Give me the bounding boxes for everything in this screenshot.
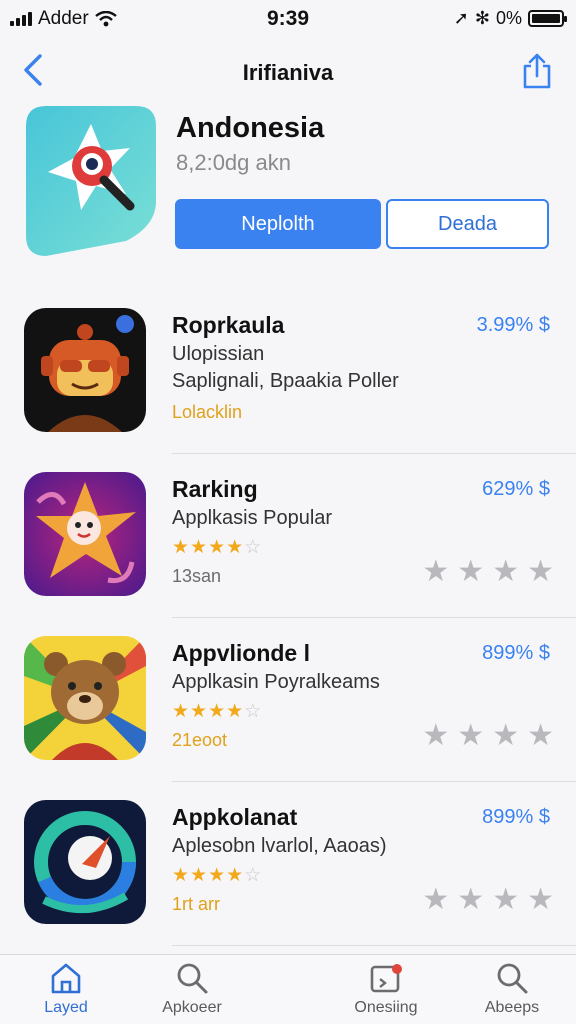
tab-search-2[interactable]: Abeeps bbox=[452, 961, 572, 1017]
star-outline-icon: ☆ bbox=[244, 865, 262, 886]
battery-icon bbox=[528, 10, 567, 27]
star-icon: ★ bbox=[190, 865, 208, 886]
home-icon bbox=[51, 963, 81, 994]
tab-label: Layed bbox=[44, 999, 88, 1016]
star-icon: ★ bbox=[172, 865, 190, 886]
star-icon: ★ bbox=[226, 701, 244, 722]
app-subtitle: Applkasin Poyralkeams bbox=[172, 671, 380, 693]
price-label[interactable]: 899% $ bbox=[482, 642, 550, 665]
status-right: ➚ ✻ 0% bbox=[453, 8, 567, 29]
star-icon: ★ bbox=[190, 537, 208, 558]
star-icon: ★ bbox=[226, 865, 244, 886]
tab-label: Onesiing bbox=[354, 999, 418, 1016]
star-icon[interactable]: ★ bbox=[492, 718, 519, 753]
search-icon bbox=[177, 963, 208, 994]
status-bar: Adder 9:39 ➚ ✻ 0% bbox=[0, 0, 576, 36]
price-label[interactable]: 629% $ bbox=[482, 478, 550, 501]
app-description: Saplignali, Bpaakia Poller bbox=[172, 370, 399, 392]
tab-updates[interactable]: Onesiing bbox=[326, 961, 446, 1017]
tab-home[interactable]: Layed bbox=[6, 961, 126, 1017]
list-item[interactable]: Appvlionde l Applkasin Poyralkeams ★ ★ ★ ★ ☆… bbox=[0, 618, 576, 782]
star-icon[interactable]: ★ bbox=[457, 554, 484, 589]
tab-label: Abeeps bbox=[484, 999, 540, 1016]
tab-search[interactable]: Apkoeer bbox=[132, 961, 252, 1017]
featured-app-title: Andonesia bbox=[176, 112, 325, 144]
list-item[interactable]: Appkolanat Aplesobn lvarlol, Aaoas) ★ ★ ★ ★… bbox=[0, 782, 576, 946]
app-icon-bear bbox=[24, 636, 146, 760]
updates-icon bbox=[370, 964, 402, 993]
star-outline-icon: ☆ bbox=[244, 701, 262, 722]
app-icon-swirl bbox=[24, 800, 146, 924]
secondary-action-button[interactable]: Deada bbox=[386, 199, 549, 249]
battery-percent: 0% bbox=[495, 8, 522, 28]
star-icon[interactable]: ★ bbox=[422, 554, 449, 589]
featured-app-icon[interactable] bbox=[26, 106, 156, 256]
primary-action-button[interactable]: Neplolth bbox=[175, 199, 381, 249]
star-icon[interactable]: ★ bbox=[492, 882, 519, 917]
tab-label: Apkoeer bbox=[162, 999, 222, 1016]
app-meta: 21eoot bbox=[172, 730, 228, 750]
price-label[interactable]: 899% $ bbox=[482, 806, 550, 829]
tab-bar: Layed Apkoeer Onesiing Abeeps bbox=[0, 954, 576, 1024]
app-meta: 13san bbox=[172, 566, 222, 586]
app-name: Appvlionde l bbox=[172, 640, 310, 666]
star-icon[interactable]: ★ bbox=[422, 718, 449, 753]
star-icon: ★ bbox=[226, 537, 244, 558]
rating-stars: ★ ★ ★ ★ ☆ bbox=[172, 864, 261, 887]
app-subtitle: Applkasis Popular bbox=[172, 507, 333, 529]
share-icon[interactable] bbox=[520, 52, 554, 90]
rate-stars[interactable]: ★ ★ ★ ★ bbox=[422, 882, 554, 917]
star-icon[interactable]: ★ bbox=[492, 554, 519, 589]
divider bbox=[172, 945, 576, 946]
star-icon: ★ bbox=[208, 865, 226, 886]
bluetooth-icon: ✻ bbox=[474, 8, 490, 28]
location-icon: ➚ bbox=[453, 8, 469, 28]
nav-title: Irifianiva bbox=[242, 60, 334, 85]
navigation-bar: Irifianiva bbox=[0, 44, 576, 100]
app-subtitle: Aplesobn lvarlol, Aaoas) bbox=[172, 835, 387, 857]
star-icon: ★ bbox=[172, 537, 190, 558]
app-name: Rarking bbox=[172, 476, 258, 502]
price-label[interactable]: 3.99% $ bbox=[477, 314, 550, 337]
rating-stars: ★ ★ ★ ★ ☆ bbox=[172, 700, 261, 723]
star-icon[interactable]: ★ bbox=[457, 718, 484, 753]
search-icon bbox=[497, 963, 528, 994]
star-icon: ★ bbox=[208, 537, 226, 558]
app-name: Appkolanat bbox=[172, 804, 298, 830]
app-meta: Lolacklin bbox=[172, 402, 243, 422]
app-subtitle: Ulopissian bbox=[172, 343, 265, 365]
list-item[interactable]: Roprkaula Ulopissian Saplignali, Bpaakia… bbox=[0, 290, 576, 454]
star-icon: ★ bbox=[190, 701, 208, 722]
star-icon[interactable]: ★ bbox=[422, 882, 449, 917]
rate-stars[interactable]: ★ ★ ★ ★ bbox=[422, 718, 554, 753]
app-meta: 1rt arr bbox=[172, 894, 221, 914]
star-icon: ★ bbox=[208, 701, 226, 722]
app-name: Roprkaula bbox=[172, 312, 285, 338]
rate-stars[interactable]: ★ ★ ★ ★ bbox=[422, 554, 554, 589]
star-icon: ★ bbox=[172, 701, 190, 722]
app-icon-star-character bbox=[24, 472, 146, 596]
list-item[interactable]: Rarking Applkasis Popular ★ ★ ★ ★ ☆ 13san 62… bbox=[0, 454, 576, 618]
star-icon[interactable]: ★ bbox=[457, 882, 484, 917]
app-icon-robot bbox=[24, 308, 146, 432]
star-icon[interactable]: ★ bbox=[527, 882, 554, 917]
star-outline-icon: ☆ bbox=[244, 537, 262, 558]
rating-stars: ★ ★ ★ ★ ☆ bbox=[172, 536, 261, 559]
featured-app: Andonesia 8,2:0dg akn Neplolth Deada bbox=[0, 104, 576, 264]
featured-app-subtitle: 8,2:0dg akn bbox=[176, 150, 291, 175]
star-icon[interactable]: ★ bbox=[527, 554, 554, 589]
star-icon[interactable]: ★ bbox=[527, 718, 554, 753]
